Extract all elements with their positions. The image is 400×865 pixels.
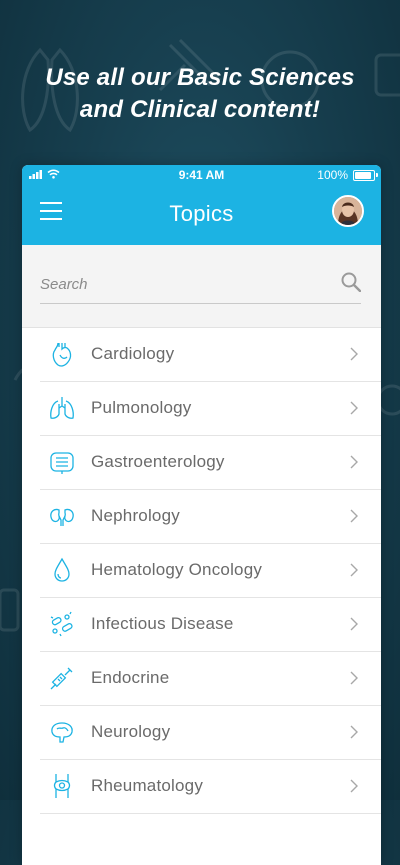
- chevron-right-icon: [350, 563, 358, 577]
- search-input[interactable]: [40, 274, 340, 294]
- page-title: Topics: [169, 201, 234, 226]
- headline-line-1: Use all our Basic Sciences: [45, 64, 355, 91]
- topic-item-endocrine[interactable]: Endocrine: [22, 652, 381, 706]
- battery-percentage: 100%: [317, 168, 348, 182]
- battery-icon: [353, 170, 375, 181]
- bacteria-icon: [50, 611, 73, 637]
- top-navigation-bar: Topics: [22, 185, 381, 245]
- topic-label: Neurology: [91, 722, 171, 741]
- phone-screen: 9:41 AM 100% Topics Search Cardiology Pu…: [22, 165, 381, 865]
- chevron-right-icon: [350, 671, 358, 685]
- topic-label: Pulmonology: [91, 398, 192, 417]
- topic-label: Cardiology: [91, 344, 175, 363]
- chevron-right-icon: [350, 779, 358, 793]
- topic-item-infectious-disease[interactable]: Infectious Disease: [22, 598, 381, 652]
- brain-icon: [51, 722, 73, 743]
- topic-item-pulmonology[interactable]: Pulmonology: [22, 382, 381, 436]
- blood-drop-icon: [54, 557, 70, 582]
- battery-tip: [376, 173, 378, 177]
- status-bar: 9:41 AM 100%: [22, 165, 381, 185]
- chevron-right-icon: [350, 401, 358, 415]
- lungs-icon: [50, 397, 74, 419]
- chevron-right-icon: [350, 617, 358, 631]
- heart-icon: [52, 342, 72, 367]
- syringe-icon: [50, 667, 73, 690]
- topic-label: Nephrology: [91, 506, 180, 525]
- topic-item-gastroenterology[interactable]: Gastroenterology: [22, 436, 381, 490]
- topic-item-nephrology[interactable]: Nephrology: [22, 490, 381, 544]
- topic-item-neurology[interactable]: Neurology: [22, 706, 381, 760]
- topic-list: Cardiology Pulmonology Gastroenterology: [22, 328, 381, 814]
- chevron-right-icon: [350, 725, 358, 739]
- headline-line-2: and Clinical content!: [79, 96, 321, 123]
- chevron-right-icon: [350, 455, 358, 469]
- kidneys-icon: [50, 508, 74, 526]
- search-bar: [22, 245, 381, 328]
- avatar[interactable]: [332, 195, 364, 227]
- topic-label: Rheumatology: [91, 776, 204, 795]
- topic-label: Hematology Oncology: [91, 560, 263, 579]
- promo-headline: Use all our Basic Sciences and Clinical …: [0, 62, 400, 126]
- topic-item-cardiology[interactable]: Cardiology: [22, 328, 381, 382]
- search-underline: [40, 303, 361, 304]
- intestines-icon: [50, 452, 74, 474]
- chevron-right-icon: [350, 509, 358, 523]
- topic-label: Infectious Disease: [91, 614, 234, 633]
- user-avatar-image: [334, 197, 362, 225]
- search-icon[interactable]: [341, 272, 361, 292]
- topic-item-hematology-oncology[interactable]: Hematology Oncology: [22, 544, 381, 598]
- chevron-right-icon: [350, 347, 358, 361]
- joint-icon: [53, 774, 71, 798]
- topic-label: Gastroenterology: [91, 452, 225, 471]
- topic-label: Endocrine: [91, 668, 170, 687]
- topic-item-rheumatology[interactable]: Rheumatology: [22, 760, 381, 814]
